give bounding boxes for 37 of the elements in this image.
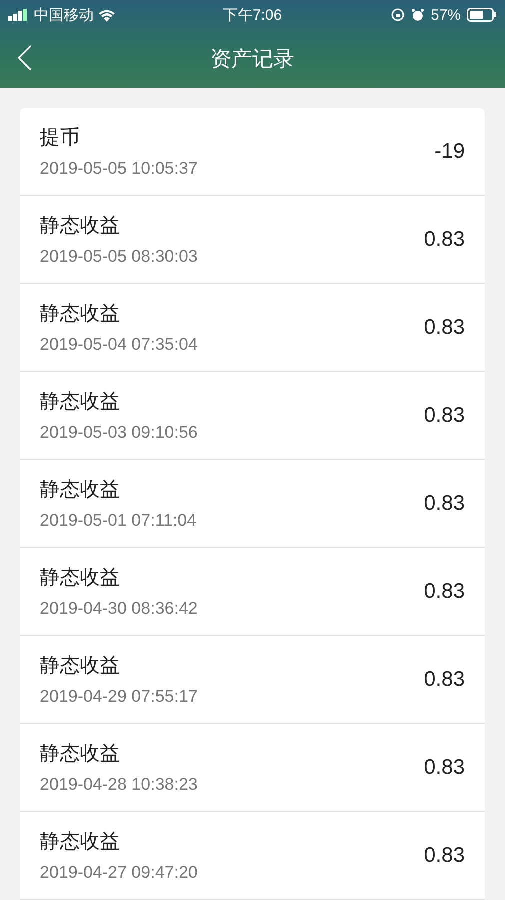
record-time: 2019-05-04 07:35:04 — [40, 335, 199, 355]
record-amount: 0.83 — [424, 844, 465, 868]
record-title: 提币 — [40, 126, 81, 151]
back-icon[interactable] — [18, 45, 32, 71]
record-amount: 0.83 — [424, 668, 465, 692]
record-title: 静态收益 — [40, 478, 121, 503]
record-title: 静态收益 — [40, 302, 121, 327]
record-time: 2019-04-30 08:36:42 — [40, 599, 199, 619]
page-title: 资产记录 — [210, 47, 294, 73]
record-title: 静态收益 — [40, 830, 121, 855]
record-time: 2019-05-05 08:30:03 — [40, 247, 199, 267]
record-time: 2019-04-28 10:38:23 — [40, 775, 199, 795]
battery-icon — [467, 8, 498, 22]
signal-icon — [8, 9, 30, 21]
record-amount: -19 — [434, 140, 465, 164]
record-amount: 0.83 — [424, 580, 465, 604]
record-time: 2019-05-01 07:11:04 — [40, 511, 198, 531]
alarm-icon — [410, 8, 425, 22]
record-time: 2019-05-03 09:10:56 — [40, 423, 199, 443]
carrier-name: 中国移动 — [34, 6, 94, 24]
record-title: 静态收益 — [40, 214, 121, 239]
wifi-icon — [98, 8, 116, 22]
record-amount: 0.83 — [424, 316, 465, 340]
record-title: 静态收益 — [40, 742, 121, 767]
record-time: 2019-05-05 10:05:37 — [40, 159, 199, 179]
battery-percent: 57% — [430, 6, 462, 24]
record-amount: 0.83 — [424, 492, 465, 516]
rotation-lock-icon — [390, 8, 405, 22]
record-amount: 0.83 — [424, 756, 465, 780]
record-title: 静态收益 — [40, 566, 121, 591]
record-title: 静态收益 — [40, 390, 121, 415]
record-time: 2019-04-29 07:55:17 — [40, 687, 199, 707]
record-time: 2019-04-27 09:47:20 — [40, 863, 199, 883]
record-amount: 0.83 — [424, 228, 465, 252]
record-amount: 0.83 — [424, 404, 465, 428]
clock-time: 下午7:06 — [222, 6, 282, 24]
record-title: 静态收益 — [40, 654, 121, 679]
